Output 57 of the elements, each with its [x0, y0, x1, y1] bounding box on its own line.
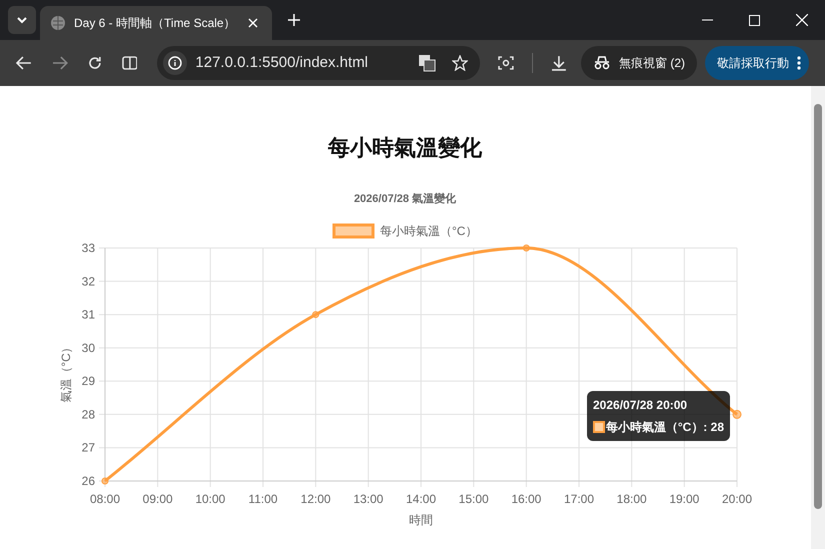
incognito-label: 無痕視窗 (2) [619, 55, 685, 72]
x-tick-label: 20:00 [722, 492, 752, 506]
download-icon[interactable] [551, 55, 567, 71]
split-view-icon[interactable] [122, 56, 138, 70]
site-info-icon[interactable] [163, 51, 188, 75]
chart-title: 2026/07/28 氣溫變化 [354, 193, 456, 205]
y-tick-label: 32 [82, 274, 95, 288]
y-tick-label: 26 [82, 474, 95, 488]
y-tick-label: 27 [82, 440, 95, 455]
legend-swatch [593, 421, 605, 433]
legend-swatch [332, 224, 374, 238]
browser-tab[interactable]: Day 6 - 時間軸（Time Scale） [40, 6, 272, 40]
x-tick-label: 14:00 [406, 492, 436, 506]
chevron-down-icon [16, 16, 28, 24]
incognito-button[interactable]: 無痕視窗 (2) [581, 46, 697, 80]
address-bar[interactable]: 127.0.0.1:5500/index.html [157, 46, 480, 80]
globe-icon [50, 15, 66, 31]
close-icon[interactable] [248, 18, 258, 28]
new-tab-icon[interactable] [288, 14, 300, 26]
x-tick-label: 08:00 [90, 492, 120, 506]
x-tick-label: 16:00 [511, 492, 542, 506]
tooltip-title: 2026/07/28 20:00 [593, 397, 688, 414]
y-tick-label: 30 [82, 340, 95, 355]
forward-icon[interactable] [52, 56, 68, 70]
x-tick-label: 18:00 [616, 492, 647, 506]
x-tick-label: 19:00 [669, 492, 700, 506]
close-icon[interactable] [796, 14, 808, 26]
incognito-icon [593, 56, 611, 70]
tooltip-label: 每小時氣溫（°C）: 28 [606, 419, 724, 436]
minimize-icon[interactable] [702, 19, 713, 21]
url-text: 127.0.0.1:5500/index.html [195, 52, 370, 73]
y-tick-label: 31 [82, 308, 95, 322]
reload-icon[interactable] [88, 56, 102, 70]
action-button[interactable]: 敬請採取行動 [705, 46, 809, 80]
x-tick-label: 17:00 [564, 492, 594, 506]
tab-list-button[interactable] [8, 6, 36, 34]
more-icon [797, 56, 801, 70]
translate-icon[interactable] [418, 54, 436, 72]
page-heading: 每小時氣溫變化 [328, 135, 482, 160]
x-tick-label: 15:00 [458, 492, 489, 506]
x-axis-title: 時間 [409, 513, 433, 527]
x-tick-label: 12:00 [300, 492, 331, 506]
x-tick-label: 13:00 [353, 492, 384, 506]
x-tick-label: 09:00 [142, 492, 173, 506]
back-icon[interactable] [16, 56, 32, 70]
screenshot-icon[interactable] [498, 55, 514, 71]
maximize-icon[interactable] [749, 14, 760, 26]
tab-title: Day 6 - 時間軸（Time Scale） [74, 15, 237, 32]
y-axis-title: 氣溫（°C） [59, 341, 73, 403]
x-tick-label: 11:00 [248, 492, 278, 506]
x-tick-label: 10:00 [195, 492, 226, 506]
y-tick-label: 28 [82, 407, 95, 422]
y-tick-label: 33 [82, 241, 95, 255]
legend-label[interactable]: 每小時氣溫（°C） [380, 224, 478, 238]
star-icon[interactable] [452, 55, 468, 71]
y-tick-label: 29 [82, 374, 95, 388]
scrollbar[interactable] [811, 86, 825, 549]
